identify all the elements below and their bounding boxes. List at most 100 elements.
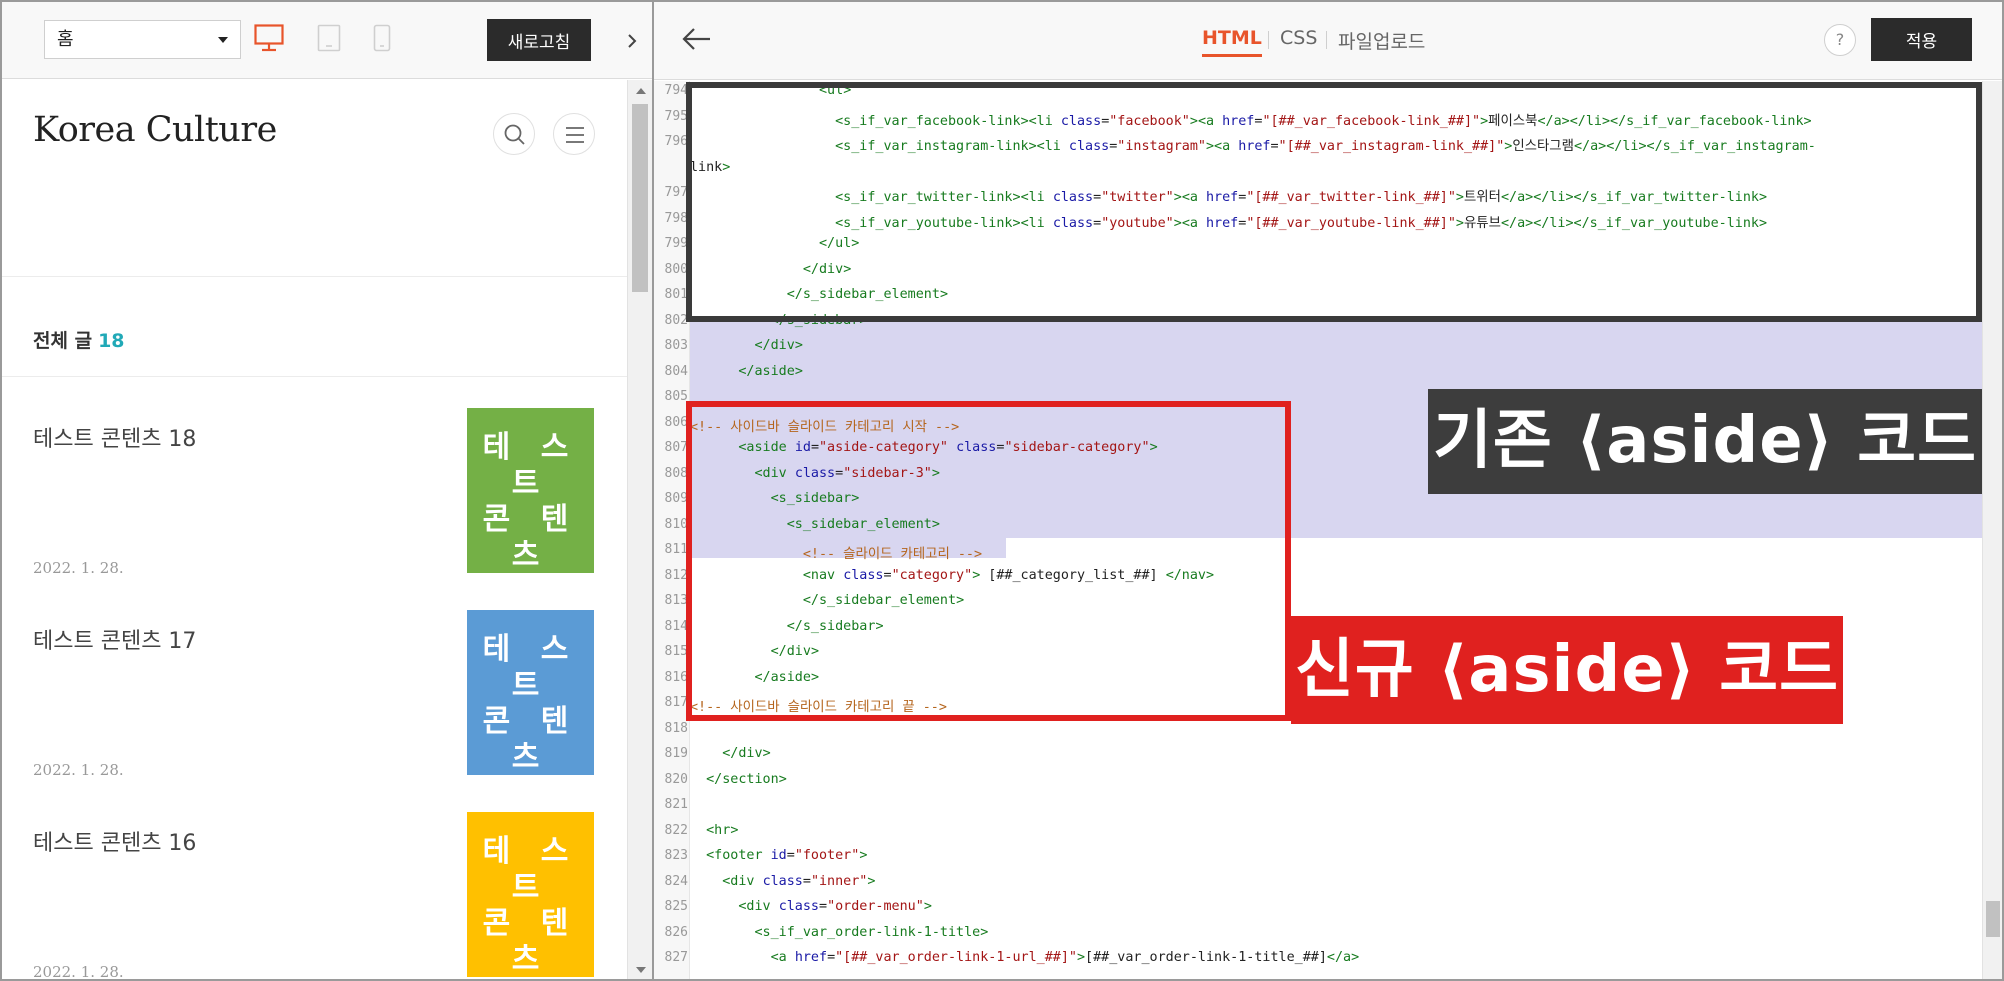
post-date: 2022. 1. 28. xyxy=(33,963,124,979)
line-number: 806 xyxy=(664,414,688,430)
new-aside-highlight-box xyxy=(686,401,1291,721)
code-line[interactable]: <div class="order-menu"> xyxy=(690,899,932,914)
tab-file-upload[interactable]: 파일업로드 xyxy=(1338,27,1425,54)
line-number: 812 xyxy=(664,567,688,583)
line-number: 814 xyxy=(664,618,688,634)
post-thumbnail[interactable]: 테 스 트 콘 텐 츠 16 xyxy=(467,812,594,979)
line-number-gutter: 794 795 796 797 798 799 800 801 802 803 804 805 806 8… xyxy=(654,81,690,979)
thumb-line: 16 xyxy=(467,978,594,979)
thumb-line: 콘 텐 츠 xyxy=(482,906,579,977)
line-number: 823 xyxy=(664,848,688,863)
line-number: 794 xyxy=(664,83,688,98)
blog-preview: Korea Culture 전체 글 18 테스트 콘텐츠 18 2022. 1.… xyxy=(2,80,627,979)
help-button[interactable]: ? xyxy=(1824,24,1856,56)
active-tab-underline xyxy=(1202,54,1262,57)
refresh-button[interactable]: 새로고침 xyxy=(487,19,591,61)
post-item[interactable]: 테스트 콘텐츠 18 2022. 1. 28. 테 스 트 콘 텐 츠 18 xyxy=(2,408,627,621)
desktop-icon[interactable] xyxy=(254,24,284,52)
tab-css[interactable]: CSS xyxy=(1280,27,1317,49)
line-number: 795 xyxy=(664,108,688,124)
preview-toolbar: 홈 새로고침 xyxy=(2,2,652,79)
total-label: 전체 글 xyxy=(33,330,93,352)
page-select[interactable]: 홈 xyxy=(44,20,241,59)
apply-button[interactable]: 적용 xyxy=(1871,18,1972,61)
mobile-icon[interactable] xyxy=(373,24,391,52)
code-line[interactable]: <a href="[##_var_order-link-1-url_##]">[… xyxy=(690,950,1360,965)
line-number: 817 xyxy=(664,695,688,710)
line-number: 801 xyxy=(664,287,688,302)
line-number: 804 xyxy=(664,363,688,379)
menu-button[interactable] xyxy=(553,113,595,155)
thumb-line: 콘 텐 츠 xyxy=(482,502,579,573)
editor-pane: HTML CSS 파일업로드 ? 적용 794 795 796 797 798 799 80… xyxy=(654,2,2002,979)
post-item[interactable]: 테스트 콘텐츠 17 2022. 1. 28. 테 스 트 콘 텐 츠 17 xyxy=(2,610,627,823)
line-number: 799 xyxy=(664,236,688,251)
editor-scrollbar[interactable] xyxy=(1982,81,2002,979)
tab-separator xyxy=(1268,31,1269,49)
line-number: 822 xyxy=(664,822,688,838)
old-aside-highlight-box xyxy=(686,82,1982,322)
scroll-thumb[interactable] xyxy=(632,104,648,292)
code-line[interactable]: <div class="inner"> xyxy=(690,874,875,889)
post-thumbnail[interactable]: 테 스 트 콘 텐 츠 18 xyxy=(467,408,594,609)
thumb-line: 18 xyxy=(509,574,552,609)
code-line[interactable]: </section> xyxy=(690,772,787,787)
preview-scrollbar[interactable] xyxy=(627,80,652,979)
line-number: 800 xyxy=(664,261,688,277)
blog-title[interactable]: Korea Culture xyxy=(33,110,277,150)
chevron-right-icon[interactable] xyxy=(620,26,644,56)
line-number: 818 xyxy=(664,720,688,736)
line-number: 797 xyxy=(664,185,688,200)
line-number: 807 xyxy=(664,440,688,455)
line-number: 820 xyxy=(664,771,688,787)
line-number: 808 xyxy=(664,465,688,481)
line-number: 798 xyxy=(664,210,688,226)
line-number: 810 xyxy=(664,516,688,532)
scroll-thumb[interactable] xyxy=(1986,901,2000,937)
code-line[interactable]: </div> xyxy=(690,338,803,353)
total-count: 18 xyxy=(98,330,125,352)
line-number: 809 xyxy=(664,491,688,506)
post-title[interactable]: 테스트 콘텐츠 17 xyxy=(33,623,196,655)
line-number: 816 xyxy=(664,669,688,685)
line-number: 796 xyxy=(664,134,688,149)
line-number: 824 xyxy=(664,873,688,889)
tab-separator xyxy=(1326,31,1327,49)
caret-down-icon xyxy=(218,37,228,43)
code-line[interactable]: <footer id="footer"> xyxy=(690,848,867,863)
post-date: 2022. 1. 28. xyxy=(33,559,124,577)
code-line[interactable]: <hr> xyxy=(690,823,738,838)
thumb-line: 콘 텐 츠 xyxy=(482,704,579,775)
line-number: 827 xyxy=(664,950,688,965)
preview-pane: 홈 새로고침 Korea Culture 전체 글 18 테스트 콘텐츠 18 … xyxy=(2,2,652,979)
back-arrow-icon[interactable] xyxy=(680,24,714,54)
tab-html[interactable]: HTML xyxy=(1202,27,1262,57)
code-line[interactable]: </div> xyxy=(690,746,770,761)
code-line[interactable]: <s_if_var_order-link-1-title> xyxy=(690,925,989,940)
tablet-icon[interactable] xyxy=(317,24,341,52)
post-date: 2022. 1. 28. xyxy=(33,761,124,779)
thumb-line: 17 xyxy=(509,776,552,811)
line-number: 805 xyxy=(664,389,688,404)
search-icon xyxy=(504,124,525,145)
post-title[interactable]: 테스트 콘텐츠 16 xyxy=(33,825,196,857)
post-thumbnail[interactable]: 테 스 트 콘 텐 츠 17 xyxy=(467,610,594,811)
thumb-line: 테 스 트 xyxy=(482,632,579,703)
page-select-value: 홈 xyxy=(57,29,74,50)
post-item[interactable]: 테스트 콘텐츠 16 2022. 1. 28. 테 스 트 콘 텐 츠 16 xyxy=(2,812,627,979)
header-divider xyxy=(2,276,627,277)
code-editor[interactable]: 794 795 796 797 798 799 800 801 802 803 804 805 806 8… xyxy=(654,81,1982,979)
line-number: 821 xyxy=(664,797,688,812)
scroll-up-icon[interactable] xyxy=(636,88,646,94)
line-number: 815 xyxy=(664,644,688,659)
search-button[interactable] xyxy=(493,113,535,155)
hamburger-icon xyxy=(566,127,584,143)
new-aside-label: 신규 ⟨aside⟩ 코드 xyxy=(1291,616,1843,724)
code-line[interactable]: </aside> xyxy=(690,364,803,379)
editor-toolbar: HTML CSS 파일업로드 ? 적용 xyxy=(654,2,2002,80)
line-number: 802 xyxy=(664,312,688,328)
old-aside-label: 기존 ⟨aside⟩ 코드 xyxy=(1428,389,1982,494)
line-number: 819 xyxy=(664,746,688,761)
post-title[interactable]: 테스트 콘텐츠 18 xyxy=(33,421,196,453)
scroll-down-icon[interactable] xyxy=(636,967,646,973)
